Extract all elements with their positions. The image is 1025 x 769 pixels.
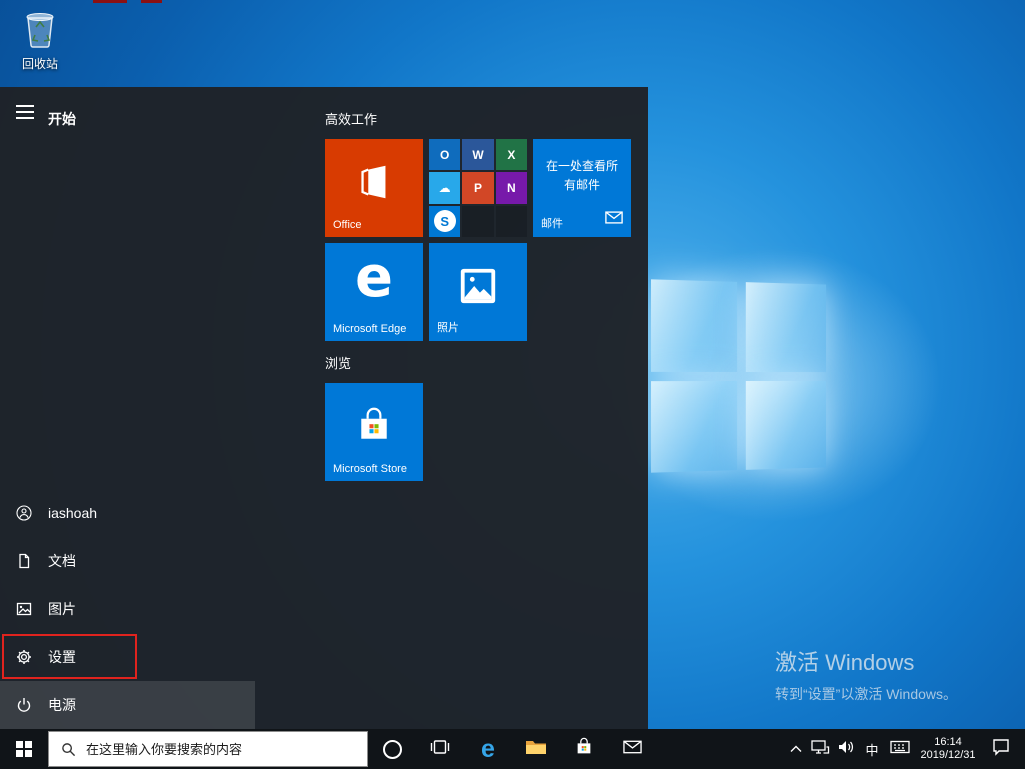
tile-office[interactable]: Office [325, 139, 423, 237]
ethernet-network-icon [810, 739, 830, 760]
activation-title: 激活 Windows [775, 650, 915, 675]
cortana-button[interactable] [368, 729, 416, 769]
power-label: 电源 [48, 697, 76, 713]
taskbar: e [0, 729, 1025, 769]
user-icon [0, 505, 48, 521]
search-input[interactable] [84, 740, 367, 758]
onedrive-icon: ☁ [438, 180, 451, 195]
taskbar-mail-button[interactable] [608, 729, 656, 769]
task-view-button[interactable] [416, 729, 464, 769]
touch-keyboard-button[interactable] [885, 729, 915, 769]
edge-icon: e [355, 245, 393, 310]
taskbar-spacer [656, 729, 785, 769]
start-button[interactable] [0, 729, 48, 769]
tile-microsoft-edge[interactable]: e Microsoft Edge [325, 243, 423, 341]
volume-button[interactable] [833, 729, 859, 769]
ime-indicator-label: 中 [865, 742, 879, 758]
cortana-icon [382, 739, 402, 759]
recycle-bin-icon [22, 13, 58, 52]
taskbar-store-button[interactable] [560, 729, 608, 769]
skype-icon: S [433, 210, 456, 233]
tile-onenote[interactable]: N [495, 172, 527, 204]
store-tile-label: Microsoft Store [333, 463, 407, 475]
taskbar-search-box[interactable] [48, 731, 368, 767]
start-menu: 开始 iashoah 文档 图片 设置 电源 高效工作 Office O W X… [0, 87, 648, 729]
office-tile-label: Office [333, 219, 362, 231]
mail-tile-message: 在一处查看所有邮件 [545, 159, 618, 192]
action-center-icon [992, 738, 1010, 761]
outlook-icon: O [439, 147, 450, 162]
windows-logo-pane [745, 380, 827, 470]
speaker-icon [837, 739, 855, 760]
tile-mail[interactable]: 在一处查看所有邮件 邮件 [533, 139, 631, 237]
rail-item-pictures[interactable]: 图片 [0, 585, 255, 633]
hamburger-menu-button[interactable] [16, 105, 34, 119]
tile-skype[interactable]: S [429, 205, 461, 237]
rail-item-settings[interactable]: 设置 [0, 633, 255, 681]
mail-icon [622, 740, 642, 759]
excel-icon: X [507, 147, 516, 162]
office-apps-tile-group: O W X ☁ P N S [429, 139, 527, 237]
clock-date: 2019/12/31 [920, 749, 976, 761]
edge-icon: e [481, 734, 495, 763]
tile-word[interactable]: W [462, 139, 494, 171]
search-icon [61, 742, 76, 757]
activation-subtitle: 转到“设置”以激活 Windows。 [775, 686, 958, 702]
empty-tile-slot [462, 205, 494, 237]
tile-microsoft-store[interactable]: Microsoft Store [325, 383, 423, 481]
folder-icon [525, 738, 547, 761]
show-hidden-icons-button[interactable] [785, 729, 807, 769]
activation-watermark: 激活 Windows 转到“设置”以激活 Windows。 [775, 645, 957, 704]
settings-label: 设置 [48, 649, 76, 665]
pictures-icon [0, 601, 48, 617]
rail-item-user[interactable]: iashoah [0, 489, 255, 537]
tile-group-title-productivity: 高效工作 [325, 112, 378, 127]
tile-onedrive[interactable]: ☁ [429, 172, 461, 204]
powerpoint-icon: P [473, 180, 482, 195]
recycle-bin-label: 回收站 [21, 57, 58, 71]
documents-label: 文档 [48, 553, 76, 569]
taskbar-edge-button[interactable]: e [464, 729, 512, 769]
windows-logo-pane [745, 282, 827, 372]
tile-group-title-explore: 浏览 [325, 356, 352, 371]
screen-artifact [141, 0, 162, 3]
rail-item-power[interactable]: 电源 [0, 681, 255, 729]
power-icon [0, 697, 48, 713]
taskbar-clock[interactable]: 16:14 2019/12/31 [915, 736, 981, 762]
windows-logo-wallpaper [651, 279, 827, 473]
document-icon [0, 553, 48, 569]
gear-icon [0, 649, 48, 665]
chevron-up-icon [790, 740, 802, 758]
ime-language-button[interactable]: 中 [859, 729, 885, 769]
edge-tile-label: Microsoft Edge [333, 323, 407, 335]
tile-powerpoint[interactable]: P [462, 172, 494, 204]
file-explorer-button[interactable] [512, 729, 560, 769]
clock-time: 16:14 [934, 736, 962, 748]
start-rail: iashoah 文档 图片 设置 电源 [0, 489, 255, 729]
windows-logo-pane [651, 279, 737, 372]
recycle-bin-shortcut[interactable]: 回收站 [12, 8, 68, 72]
start-menu-title: 开始 [48, 111, 76, 127]
screen-artifact [93, 0, 127, 3]
empty-tile-slot [495, 205, 527, 237]
action-center-button[interactable] [981, 729, 1021, 769]
touch-keyboard-icon [890, 739, 910, 760]
network-status-button[interactable] [807, 729, 833, 769]
task-view-icon [430, 737, 450, 762]
windows-logo-pane [651, 380, 737, 473]
tile-photos[interactable]: 照片 [429, 243, 527, 341]
mail-icon [605, 211, 623, 229]
mail-tile-label: 邮件 [541, 218, 563, 230]
pictures-label: 图片 [48, 601, 76, 617]
onenote-icon: N [506, 180, 516, 195]
rail-item-documents[interactable]: 文档 [0, 537, 255, 585]
photos-tile-label: 照片 [437, 322, 459, 334]
tile-outlook[interactable]: O [429, 139, 461, 171]
system-tray: 中 16:14 2019/12/31 [785, 729, 1025, 769]
windows-logo-icon [16, 741, 32, 757]
user-name-label: iashoah [48, 505, 98, 521]
store-icon [574, 737, 594, 762]
word-icon: W [472, 147, 484, 162]
tile-excel[interactable]: X [495, 139, 527, 171]
